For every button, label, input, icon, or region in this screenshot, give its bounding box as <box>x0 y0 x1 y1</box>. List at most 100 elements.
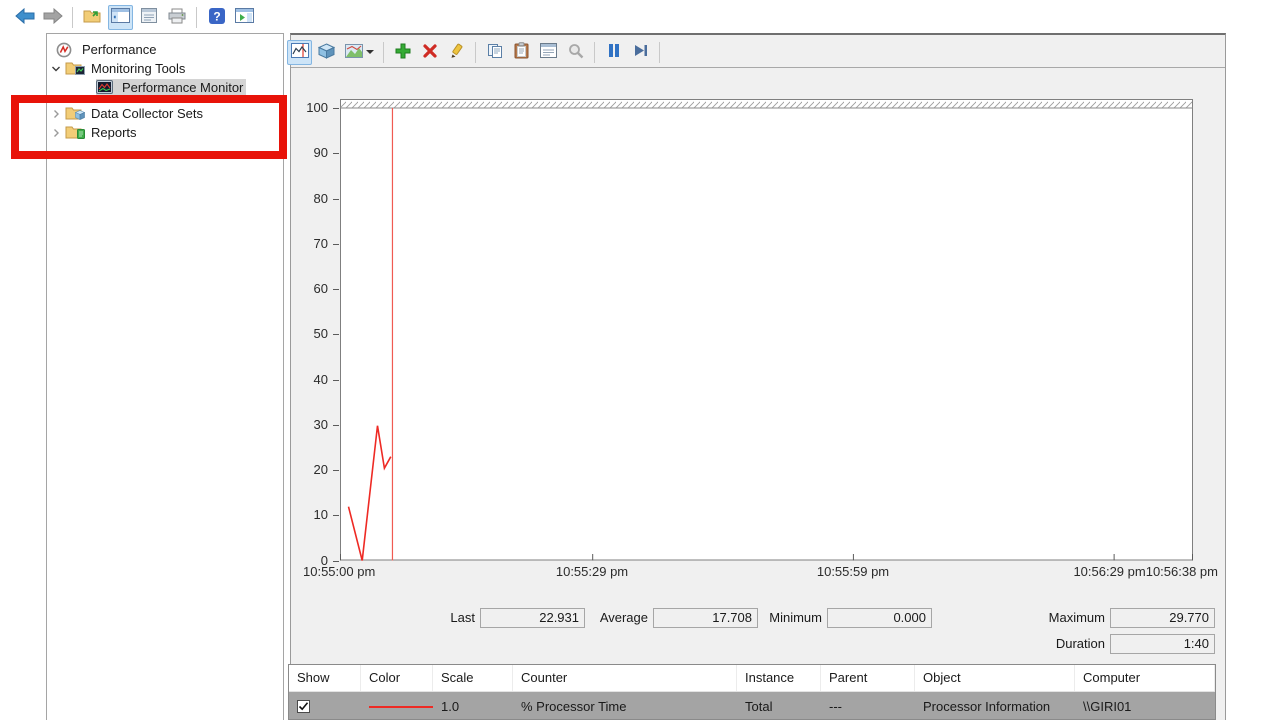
print-button[interactable] <box>164 5 189 30</box>
counter-parent: --- <box>829 698 842 714</box>
y-axis-label: 70 <box>313 236 328 251</box>
sidebar-item-label: Monitoring Tools <box>91 61 186 76</box>
mmc-toolbar: ? <box>12 3 257 31</box>
sidebar-item-monitoring-tools[interactable]: Monitoring Tools <box>50 59 188 78</box>
x-axis-label: 10:56:29 pm <box>1073 564 1146 579</box>
column-header-instance[interactable]: Instance <box>737 665 821 691</box>
zoom-button[interactable] <box>563 40 588 65</box>
delete-counter-button[interactable] <box>417 40 442 65</box>
performance-monitor-window: ? Performance Monitoring Tools Performan… <box>0 0 1280 720</box>
toolbar-separator <box>196 6 197 28</box>
y-axis-label: 40 <box>313 372 328 387</box>
sidebar-item-performance[interactable]: Performance <box>56 40 159 59</box>
back-button[interactable] <box>12 5 37 30</box>
column-header-show[interactable]: Show <box>289 665 361 691</box>
svg-text:?: ? <box>213 9 220 23</box>
view-log-data-button[interactable] <box>314 40 339 65</box>
pencil-icon <box>449 43 465 62</box>
y-axis-label: 100 <box>306 100 328 115</box>
y-axis-tick <box>333 561 339 562</box>
counter-table-header: Show Color Scale Counter Instance Parent… <box>289 665 1215 692</box>
change-graph-type-button[interactable] <box>341 40 377 65</box>
properties-window-icon <box>540 43 557 61</box>
performance-monitor-icon <box>96 80 115 95</box>
highlight-button[interactable] <box>444 40 469 65</box>
stat-label-minimum: Minimum <box>769 610 822 625</box>
help-button[interactable]: ? <box>204 5 229 30</box>
toolbar-separator <box>72 6 73 28</box>
export-list-button[interactable] <box>80 5 105 30</box>
counter-scale: 1.0 <box>441 698 460 714</box>
console-tree-window-icon <box>111 8 130 26</box>
sidebar-item-label: Reports <box>91 125 137 140</box>
counter-computer: \\GIRI01 <box>1083 698 1132 714</box>
counter-name: % Processor Time <box>521 698 627 714</box>
forward-button[interactable] <box>40 5 65 30</box>
sidebar-item-performance-monitor[interactable]: Performance Monitor <box>96 78 247 97</box>
column-header-scale[interactable]: Scale <box>433 665 513 691</box>
new-window-button[interactable] <box>232 5 257 30</box>
counter-object: Processor Information <box>923 698 1051 714</box>
y-axis: 100 90 80 70 60 50 40 30 20 10 0 <box>298 99 340 569</box>
sidebar-item-reports[interactable]: Reports <box>50 123 140 142</box>
y-axis-tick <box>333 153 339 154</box>
graph-type-icon <box>344 43 363 61</box>
sidebar-item-data-collector-sets[interactable]: Data Collector Sets <box>50 104 206 123</box>
stat-value-maximum: 29.770 <box>1110 608 1215 628</box>
freeze-display-button[interactable] <box>601 40 626 65</box>
plus-icon <box>394 42 412 63</box>
toolbar-separator <box>383 41 384 63</box>
counter-table: Show Color Scale Counter Instance Parent… <box>288 664 1216 720</box>
data-collector-sets-folder-icon <box>65 106 86 121</box>
stat-label-maximum: Maximum <box>1048 610 1105 625</box>
chevron-right-icon[interactable] <box>50 127 62 139</box>
copy-icon <box>487 43 503 62</box>
column-header-counter[interactable]: Counter <box>513 665 737 691</box>
printer-icon <box>167 8 187 27</box>
y-axis-label: 80 <box>313 191 328 206</box>
y-axis-label: 30 <box>313 417 328 432</box>
chevron-down-icon[interactable] <box>50 63 62 75</box>
counter-instance: Total <box>745 698 773 714</box>
show-hide-console-tree-button[interactable] <box>108 4 133 30</box>
column-header-parent[interactable]: Parent <box>821 665 915 691</box>
red-x-icon <box>422 43 438 62</box>
y-axis-tick <box>333 515 339 516</box>
magnifier-icon <box>568 43 584 62</box>
monitoring-tools-folder-icon <box>65 61 85 76</box>
update-data-button[interactable] <box>628 40 653 65</box>
y-axis-label: 50 <box>313 326 328 341</box>
reports-folder-icon <box>65 125 85 140</box>
x-axis-label: 10:55:29 pm <box>555 564 629 579</box>
export-folder-icon <box>83 8 102 26</box>
toolbar-separator <box>475 41 476 63</box>
column-header-color[interactable]: Color <box>361 665 433 691</box>
column-header-object[interactable]: Object <box>915 665 1075 691</box>
copy-properties-button[interactable] <box>482 40 507 65</box>
x-axis-label-group: 10:56:29 pm10:56:38 pm <box>1020 564 1218 579</box>
paste-counter-list-button[interactable] <box>509 40 534 65</box>
counter-table-row[interactable]: 1.0 % Processor Time Total --- Processor… <box>289 692 1215 719</box>
y-axis-label: 60 <box>313 281 328 296</box>
show-checkbox[interactable] <box>297 699 310 713</box>
column-header-computer[interactable]: Computer <box>1075 665 1215 691</box>
console-properties-button[interactable] <box>136 5 161 30</box>
step-forward-icon <box>633 43 648 61</box>
stat-value-duration: 1:40 <box>1110 634 1215 654</box>
properties-button[interactable] <box>536 40 561 65</box>
perfmon-toolbar <box>287 39 664 65</box>
stat-value-minimum: 0.000 <box>827 608 932 628</box>
add-counter-button[interactable] <box>390 40 415 65</box>
y-axis-tick <box>333 108 339 109</box>
x-axis-label: 10:55:00 pm <box>303 564 376 579</box>
chevron-right-icon[interactable] <box>50 108 62 120</box>
toolbar-separator <box>594 41 595 63</box>
help-icon: ? <box>208 7 226 28</box>
new-window-icon <box>235 8 254 26</box>
view-current-activity-button[interactable] <box>287 39 312 65</box>
sidebar-item-label: Data Collector Sets <box>91 106 203 121</box>
dropdown-caret-icon <box>365 50 374 54</box>
document-list-icon <box>140 8 158 26</box>
performance-root-icon <box>56 42 75 58</box>
y-axis-label: 10 <box>313 507 328 522</box>
